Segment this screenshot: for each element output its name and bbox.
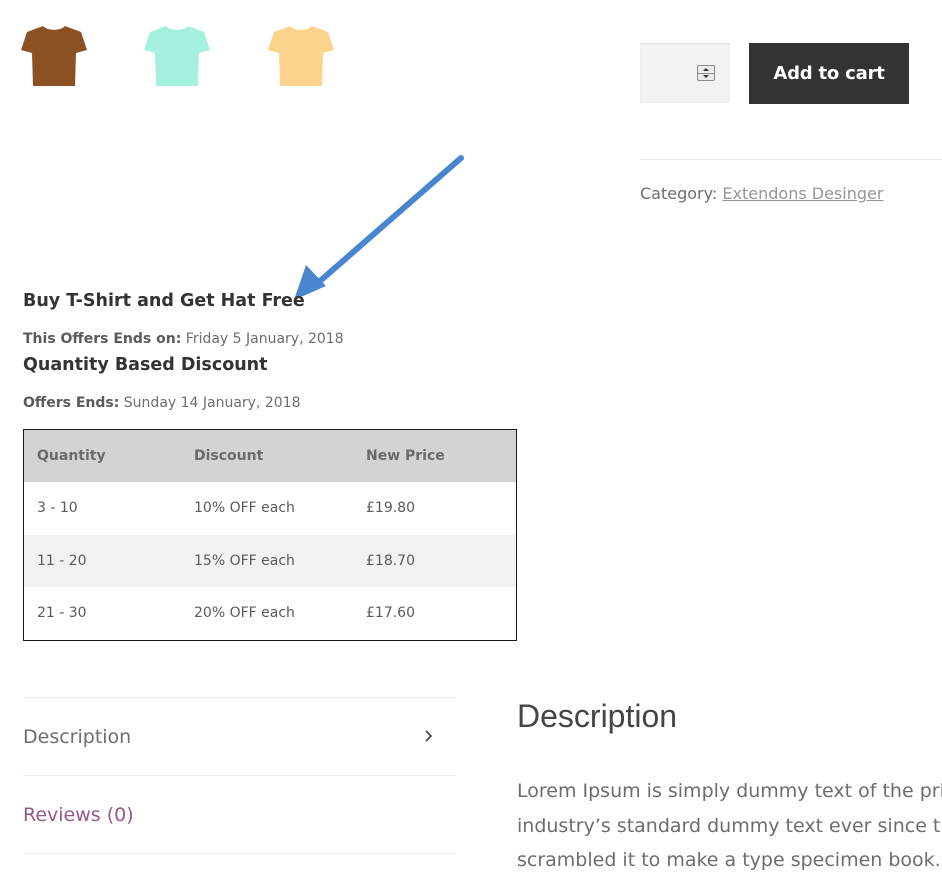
quantity-stepper[interactable]	[697, 65, 715, 81]
quantity-cell: 3 - 10	[37, 500, 78, 516]
divider	[640, 159, 942, 160]
chevron-right-icon	[425, 730, 433, 742]
description-line: industry’s standard dummy text ever sinc…	[517, 814, 942, 837]
discount-cell: 20% OFF each	[194, 605, 295, 621]
tab-label: Reviews (0)	[23, 804, 134, 826]
price-cell: £18.70	[366, 552, 415, 569]
offer-title: Buy T-Shirt and Get Hat Free	[23, 291, 305, 311]
column-header-new-price: New Price	[366, 448, 445, 464]
offer-ends-value: Friday 5 January, 2018	[185, 331, 344, 347]
quantity-cell: 11 - 20	[37, 552, 87, 569]
table-header-row: Quantity Discount New Price	[24, 430, 516, 482]
divider	[23, 853, 456, 854]
price-cell: £17.60	[366, 605, 415, 621]
tshirt-icon	[144, 26, 210, 86]
decrement-icon[interactable]	[698, 73, 714, 80]
tshirt-icon	[21, 26, 87, 86]
category-label: Category:	[640, 184, 718, 203]
table-row: 3 - 10 10% OFF each £19.80	[24, 482, 516, 535]
tab-label: Description	[23, 726, 132, 748]
description-heading: Description	[517, 698, 678, 734]
column-header-discount: Discount	[194, 448, 264, 464]
column-header-quantity: Quantity	[37, 448, 106, 464]
description-line: Lorem Ipsum is simply dummy text of the …	[517, 780, 942, 802]
price-cell: £19.80	[366, 500, 415, 516]
thumbnail-brown-tshirt[interactable]	[21, 22, 87, 90]
table-row: 21 - 30 20% OFF each £17.60	[24, 587, 516, 640]
annotation-arrow-icon	[294, 155, 464, 300]
offer-title: Quantity Based Discount	[23, 355, 268, 375]
discount-cell: 10% OFF each	[194, 500, 295, 516]
offer-ends-label: Offers Ends:	[23, 395, 120, 411]
offer-ends-label: This Offers Ends on:	[23, 331, 182, 347]
discount-cell: 15% OFF each	[194, 552, 295, 569]
table-row: 11 - 20 15% OFF each £18.70	[24, 534, 516, 587]
description-body: Lorem Ipsum is simply dummy text of the …	[517, 774, 942, 878]
offer-ends: This Offers Ends on: Friday 5 January, 2…	[23, 331, 344, 347]
product-category: Category: Extendons Desinger	[640, 184, 883, 203]
quantity-input[interactable]: 1	[640, 43, 730, 103]
tab-reviews[interactable]: Reviews (0)	[23, 776, 456, 852]
thumbnail-mint-tshirt[interactable]	[144, 22, 210, 90]
discount-table: Quantity Discount New Price 3 - 10 10% O…	[23, 429, 517, 641]
offer-ends: Offers Ends: Sunday 14 January, 2018	[23, 395, 301, 411]
description-line: scrambled it to make a type specimen boo…	[517, 849, 942, 871]
tab-description[interactable]: Description	[23, 698, 456, 774]
thumbnail-peach-tshirt[interactable]	[268, 22, 334, 90]
offer-ends-value: Sunday 14 January, 2018	[123, 395, 301, 411]
add-to-cart-button[interactable]: Add to cart	[749, 43, 909, 104]
quantity-cell: 21 - 30	[37, 605, 87, 621]
tshirt-icon	[268, 26, 334, 86]
category-link[interactable]: Extendons Desinger	[722, 184, 883, 203]
